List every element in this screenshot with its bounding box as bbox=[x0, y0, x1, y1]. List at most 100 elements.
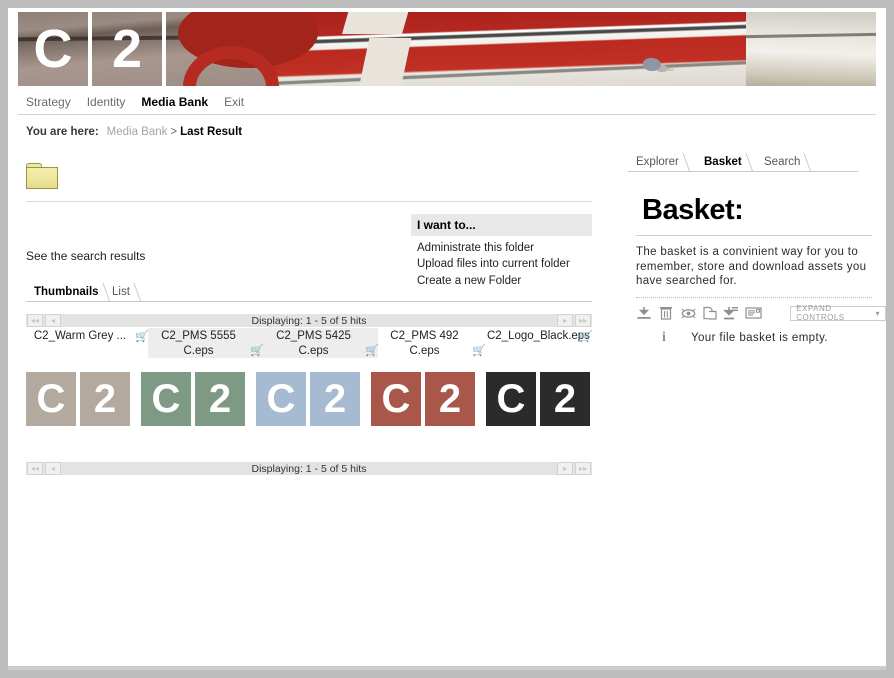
banner-photo-screw bbox=[643, 58, 661, 71]
info-icon: i bbox=[662, 329, 666, 345]
top-navigation: Strategy Identity Media Bank Exit bbox=[18, 90, 876, 115]
folder-info-row: See the search results I want to... Admi… bbox=[26, 214, 592, 287]
result-caption-cell[interactable]: C2_Warm Grey ... 🛒 bbox=[26, 328, 149, 344]
result-caption-cell[interactable]: C2_PMS 492 C.eps 🛒 bbox=[378, 328, 485, 358]
nav-item-strategy[interactable]: Strategy bbox=[26, 95, 71, 109]
download-to-folder-icon[interactable] bbox=[723, 305, 740, 322]
nav-item-media-bank[interactable]: Media Bank bbox=[141, 95, 208, 109]
tab-list[interactable]: List bbox=[104, 283, 141, 301]
cart-icon[interactable]: 🛒 bbox=[579, 331, 593, 343]
pagination-bar-top: ◂◂ ◂ Displaying: 1 - 5 of 5 hits ▸ ▸▸ bbox=[26, 313, 592, 327]
result-caption-text: C2_Logo_Black.eps bbox=[487, 330, 590, 342]
basket-title: Basket: bbox=[642, 194, 744, 226]
result-caption-row: C2_Warm Grey ... 🛒 C2_PMS 5555 C.eps 🛒 C… bbox=[26, 328, 593, 360]
download-icon[interactable] bbox=[636, 305, 653, 322]
folder-icon[interactable] bbox=[26, 163, 58, 189]
tab-search[interactable]: Search bbox=[756, 153, 812, 171]
thumbnail-grid: C 2 C 2 C 2 C 2 C 2 bbox=[26, 372, 592, 432]
expand-controls-label: EXPAND CONTROLS bbox=[796, 304, 845, 322]
result-caption-cell[interactable]: C2_PMS 5555 C.eps 🛒 bbox=[148, 328, 264, 358]
thumbnail-item[interactable]: C 2 bbox=[371, 372, 475, 426]
copy-to-folder-icon[interactable] bbox=[702, 305, 719, 322]
basket-empty-message: Your file basket is empty. bbox=[691, 331, 828, 344]
trash-icon[interactable] bbox=[658, 305, 675, 322]
pager-status-text: Displaying: 1 - 5 of 5 hits bbox=[251, 463, 367, 475]
breadcrumb-label: You are here: bbox=[26, 126, 99, 138]
pager-status-text: Displaying: 1 - 5 of 5 hits bbox=[251, 315, 367, 327]
pager-next-button[interactable]: ▸ bbox=[557, 314, 573, 327]
header-banner: C 2 bbox=[18, 12, 876, 86]
tab-thumbnails-label: Thumbnails bbox=[34, 286, 99, 298]
nav-item-exit[interactable]: Exit bbox=[224, 95, 244, 109]
pager-prev-button[interactable]: ◂ bbox=[45, 462, 61, 475]
thumbnail-item[interactable]: C 2 bbox=[141, 372, 245, 426]
i-want-to-item-administrate[interactable]: Administrate this folder bbox=[417, 240, 592, 257]
thumbnail-tile-c: C bbox=[371, 372, 421, 426]
cart-icon[interactable]: 🛒 bbox=[135, 331, 149, 343]
result-caption-text: C2_PMS 5555 C.eps bbox=[161, 330, 236, 357]
view-mode-tabs: Thumbnails List bbox=[26, 283, 592, 302]
right-panel: Explorer Basket Search Basket: The baske… bbox=[628, 153, 886, 345]
thumbnail-tile-c: C bbox=[486, 372, 536, 426]
basket-description: The basket is a convinient way for you t… bbox=[636, 246, 867, 287]
basket-dotted-divider bbox=[636, 296, 872, 298]
page-bottom-notch bbox=[606, 662, 660, 666]
thumbnail-item[interactable]: C 2 bbox=[26, 372, 130, 426]
basket-divider bbox=[636, 235, 872, 236]
thumbnail-tile-2: 2 bbox=[310, 372, 360, 426]
folder-icon-body bbox=[26, 167, 58, 189]
left-content-column: See the search results I want to... Admi… bbox=[26, 163, 592, 287]
tab-edge bbox=[791, 153, 812, 171]
pager-prev-button[interactable]: ◂ bbox=[45, 314, 61, 327]
banner-photo-right-panel bbox=[746, 12, 876, 86]
result-caption-cell[interactable]: C2_PMS 5425 C.eps 🛒 bbox=[263, 328, 379, 358]
logo-divider-2 bbox=[162, 12, 166, 86]
thumbnail-tile-c: C bbox=[141, 372, 191, 426]
i-want-to-list: Administrate this folder Upload files in… bbox=[411, 236, 592, 290]
pager-last-button[interactable]: ▸▸ bbox=[575, 462, 591, 475]
tab-explorer[interactable]: Explorer bbox=[628, 153, 690, 171]
pager-first-button[interactable]: ◂◂ bbox=[27, 314, 43, 327]
result-caption-text: C2_PMS 5425 C.eps bbox=[276, 330, 351, 357]
cart-icon[interactable]: 🛒 bbox=[250, 346, 264, 357]
i-want-to-item-upload[interactable]: Upload files into current folder bbox=[417, 257, 592, 274]
tab-basket[interactable]: Basket bbox=[696, 153, 753, 171]
tab-edge bbox=[121, 283, 141, 301]
logo-tile-2: 2 bbox=[111, 19, 143, 79]
thumbnail-item[interactable]: C 2 bbox=[256, 372, 360, 426]
result-caption-cell[interactable]: C2_Logo_Black.eps 🛒 bbox=[485, 328, 593, 344]
see-search-results-link[interactable]: See the search results bbox=[26, 249, 145, 263]
thumbnail-tile-2: 2 bbox=[540, 372, 590, 426]
basket-toolbar: EXPAND CONTROLS ▾ bbox=[636, 304, 886, 322]
basket-empty-state: i Your file basket is empty. bbox=[662, 329, 886, 345]
breadcrumb-current: Last Result bbox=[180, 126, 243, 138]
logo-tile-c: C bbox=[33, 19, 73, 79]
pager-first-button[interactable]: ◂◂ bbox=[27, 462, 43, 475]
nav-item-identity[interactable]: Identity bbox=[87, 95, 126, 109]
cart-icon[interactable]: 🛒 bbox=[472, 346, 486, 357]
tab-edge bbox=[733, 153, 753, 171]
thumbnail-tile-c: C bbox=[256, 372, 306, 426]
eye-icon[interactable] bbox=[680, 305, 697, 322]
pagination-bar-bottom: ◂◂ ◂ Displaying: 1 - 5 of 5 hits ▸ ▸▸ bbox=[26, 461, 592, 475]
thumbnail-tile-2: 2 bbox=[425, 372, 475, 426]
thumbnail-item[interactable]: C 2 bbox=[486, 372, 590, 426]
basket-panel-tabs: Explorer Basket Search bbox=[628, 153, 858, 172]
result-caption-text: C2_Warm Grey ... bbox=[33, 330, 127, 342]
application-page: C 2 Strategy Identity Media Bank Exit Yo… bbox=[8, 8, 886, 670]
logo-divider-1 bbox=[88, 12, 92, 86]
result-caption-text: C2_PMS 492 C.eps bbox=[390, 330, 459, 357]
expand-controls-dropdown[interactable]: EXPAND CONTROLS ▾ bbox=[790, 304, 886, 322]
cart-icon[interactable]: 🛒 bbox=[365, 346, 379, 357]
thumbnail-tile-2: 2 bbox=[80, 372, 130, 426]
breadcrumb-parent-link[interactable]: Media Bank bbox=[107, 126, 168, 138]
thumbnail-tile-c: C bbox=[26, 372, 76, 426]
email-card-icon[interactable] bbox=[745, 305, 763, 322]
i-want-to-panel: I want to... Administrate this folder Up… bbox=[411, 214, 592, 290]
tab-edge bbox=[670, 153, 690, 171]
pager-next-button[interactable]: ▸ bbox=[557, 462, 573, 475]
section-divider bbox=[26, 201, 592, 202]
tab-thumbnails[interactable]: Thumbnails bbox=[26, 283, 110, 301]
breadcrumb: You are here: Media Bank > Last Result bbox=[26, 126, 242, 138]
pager-last-button[interactable]: ▸▸ bbox=[575, 314, 591, 327]
